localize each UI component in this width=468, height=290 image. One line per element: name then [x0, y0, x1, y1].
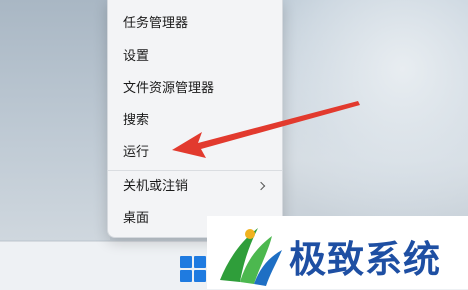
watermark-text: 极致系统	[289, 238, 441, 281]
watermark: 极致系统	[207, 216, 468, 289]
watermark-logo-icon	[220, 228, 282, 286]
